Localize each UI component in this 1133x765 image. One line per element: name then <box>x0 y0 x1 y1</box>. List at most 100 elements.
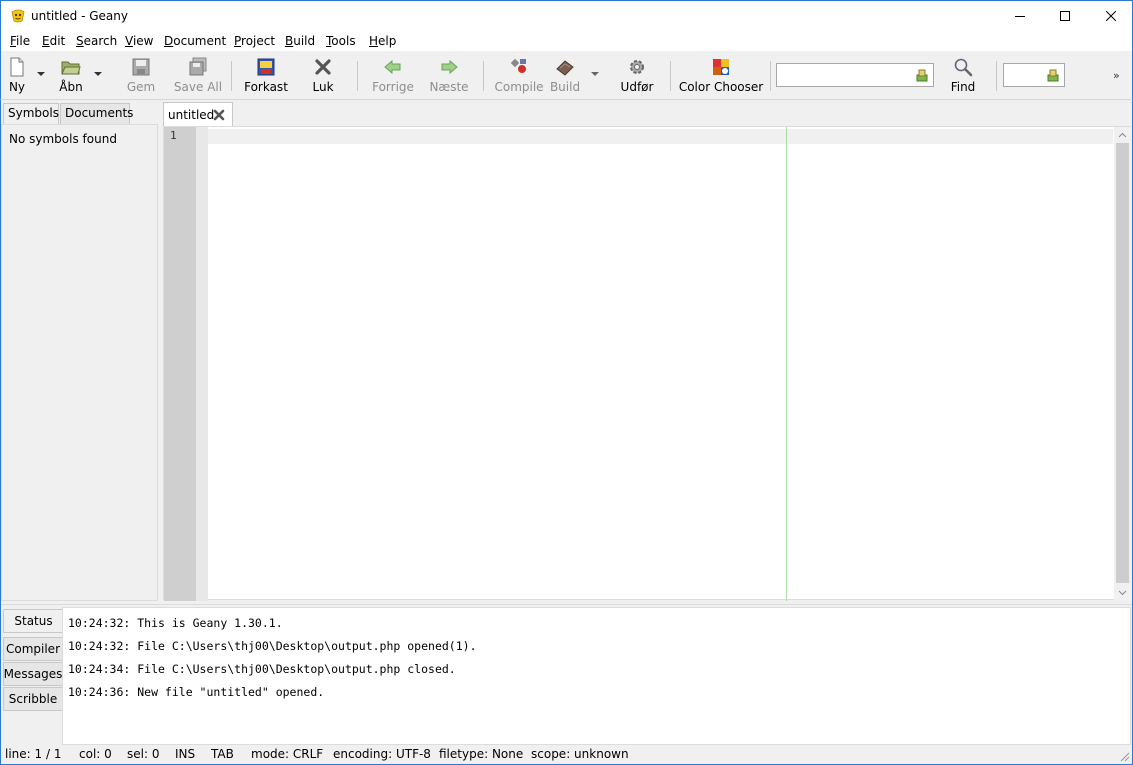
scroll-up-icon[interactable] <box>1118 131 1127 140</box>
tab-compiler[interactable]: Compiler <box>3 637 63 661</box>
menu-mnemonic: S <box>76 34 84 48</box>
line-number: 1 <box>170 129 177 142</box>
document-tab-label: untitled <box>168 108 215 122</box>
close-tab-icon[interactable] <box>212 108 226 122</box>
clear-search-icon[interactable] <box>915 68 929 82</box>
tab-symbols[interactable]: Symbols <box>3 103 59 125</box>
status-bar: line: 1 / 1 col: 0 sel: 0 INS TAB mode: … <box>0 745 1133 765</box>
status-ins: INS <box>175 747 196 761</box>
goto-line-icon[interactable] <box>1046 68 1060 82</box>
tab-scribble[interactable]: Scribble <box>3 687 63 711</box>
open-label: Åbn <box>59 80 83 94</box>
document-tab[interactable]: untitled <box>163 102 233 126</box>
long-line-marker <box>786 127 787 601</box>
title-bar[interactable]: untitled - Geany <box>0 0 1133 31</box>
maximize-button[interactable] <box>1042 1 1088 31</box>
tab-messages[interactable]: Messages <box>3 662 63 686</box>
save-all-label: Save All <box>173 80 223 94</box>
status-log[interactable]: 10:24:32: This is Geany 1.30.1. 10:24:32… <box>62 607 1131 745</box>
revert-button[interactable]: Forkast <box>244 51 288 99</box>
goto-line-field[interactable] <box>1003 63 1065 87</box>
symbols-panel[interactable]: No symbols found <box>1 124 158 601</box>
menu-project[interactable]: Project <box>234 34 275 48</box>
toolbar: Ny Åbn Gem Save All Forkast Luk Forrige … <box>0 51 1133 100</box>
compile-icon <box>510 58 526 73</box>
build-dropdown-arrow-icon[interactable] <box>591 70 599 78</box>
status-col: col: 0 <box>79 747 112 761</box>
open-button[interactable]: Åbn <box>56 51 86 99</box>
save-label: Gem <box>126 80 156 94</box>
build-icon <box>556 60 574 76</box>
status-filetype: filetype: None <box>439 747 524 761</box>
toolbar-separator <box>231 61 232 91</box>
close-icon <box>315 59 331 75</box>
color-chooser-button[interactable]: Color Chooser <box>679 51 763 99</box>
new-file-icon <box>10 57 24 77</box>
build-label: Build <box>549 80 581 94</box>
menu-search[interactable]: Search <box>76 34 117 48</box>
magnifier-icon <box>954 58 973 77</box>
log-line: 10:24:32: This is Geany 1.30.1. <box>68 616 283 630</box>
color-chooser-icon <box>713 59 729 75</box>
current-line-highlight <box>208 129 1113 144</box>
search-field[interactable] <box>776 63 934 87</box>
find-label: Find <box>950 80 976 94</box>
toolbar-overflow-icon[interactable]: » <box>1113 69 1120 82</box>
menu-help[interactable]: Help <box>369 34 396 48</box>
resize-grip-icon[interactable] <box>1118 750 1130 762</box>
revert-icon <box>257 58 275 76</box>
forward-button[interactable]: Næste <box>429 51 469 99</box>
close-window-button[interactable] <box>1088 1 1133 31</box>
menu-mnemonic: D <box>164 34 174 48</box>
execute-button[interactable]: Udfør <box>620 51 654 99</box>
geany-app-icon <box>11 9 25 23</box>
menu-view[interactable]: View <box>125 34 153 48</box>
menu-file[interactable]: File <box>10 34 30 48</box>
menu-edit[interactable]: Edit <box>42 34 65 48</box>
arrow-left-icon <box>384 59 401 75</box>
toolbar-separator <box>483 61 484 91</box>
tab-status[interactable]: Status <box>3 609 63 633</box>
minimize-button[interactable] <box>997 1 1043 31</box>
message-tabs: Status Compiler Messages Scribble <box>3 609 63 741</box>
menu-tools[interactable]: Tools <box>326 34 356 48</box>
scroll-down-icon[interactable] <box>1118 588 1127 597</box>
maximize-icon <box>1060 11 1070 21</box>
menu-label: iew <box>132 34 154 48</box>
menu-label: earch <box>83 34 118 48</box>
log-line: 10:24:36: New file "untitled" opened. <box>68 685 325 699</box>
back-label: Forrige <box>372 80 414 94</box>
build-button[interactable]: Build <box>550 51 580 99</box>
status-encoding: encoding: UTF-8 <box>333 747 431 761</box>
scrollbar-thumb[interactable] <box>1116 143 1129 583</box>
new-dropdown-arrow-icon[interactable] <box>37 70 45 78</box>
sidebar-tabs: Symbols Documents <box>1 101 158 125</box>
menu-bar: File Edit Search View Document Project B… <box>0 31 1133 51</box>
code-editor[interactable]: 1 <box>163 126 1131 601</box>
compile-button[interactable]: Compile <box>494 51 544 99</box>
tab-documents[interactable]: Documents <box>60 103 133 125</box>
status-mode: mode: CRLF <box>251 747 324 761</box>
menu-build[interactable]: Build <box>285 34 315 48</box>
back-button[interactable]: Forrige <box>372 51 414 99</box>
new-button[interactable]: Ny <box>5 51 29 99</box>
message-window: Status Compiler Messages Scribble 10:24:… <box>1 604 1132 745</box>
find-button[interactable]: Find <box>949 51 977 99</box>
minimize-icon <box>1015 16 1025 17</box>
vertical-scrollbar[interactable] <box>1114 127 1131 601</box>
save-button[interactable]: Gem <box>125 51 157 99</box>
no-symbols-message: No symbols found <box>9 132 117 146</box>
fold-margin[interactable] <box>196 127 208 601</box>
menu-document[interactable]: Document <box>164 34 226 48</box>
search-input[interactable] <box>777 64 933 86</box>
line-number-gutter: 1 <box>164 127 196 601</box>
status-tab: TAB <box>211 747 234 761</box>
new-label: Ny <box>8 80 26 94</box>
open-dropdown-arrow-icon[interactable] <box>94 70 102 78</box>
close-file-button[interactable]: Luk <box>311 51 335 99</box>
toolbar-separator <box>770 61 771 91</box>
save-all-button[interactable]: Save All <box>173 51 223 99</box>
menu-label: roject <box>241 34 276 48</box>
execute-label: Udfør <box>620 80 654 94</box>
menu-label: ile <box>16 34 31 48</box>
